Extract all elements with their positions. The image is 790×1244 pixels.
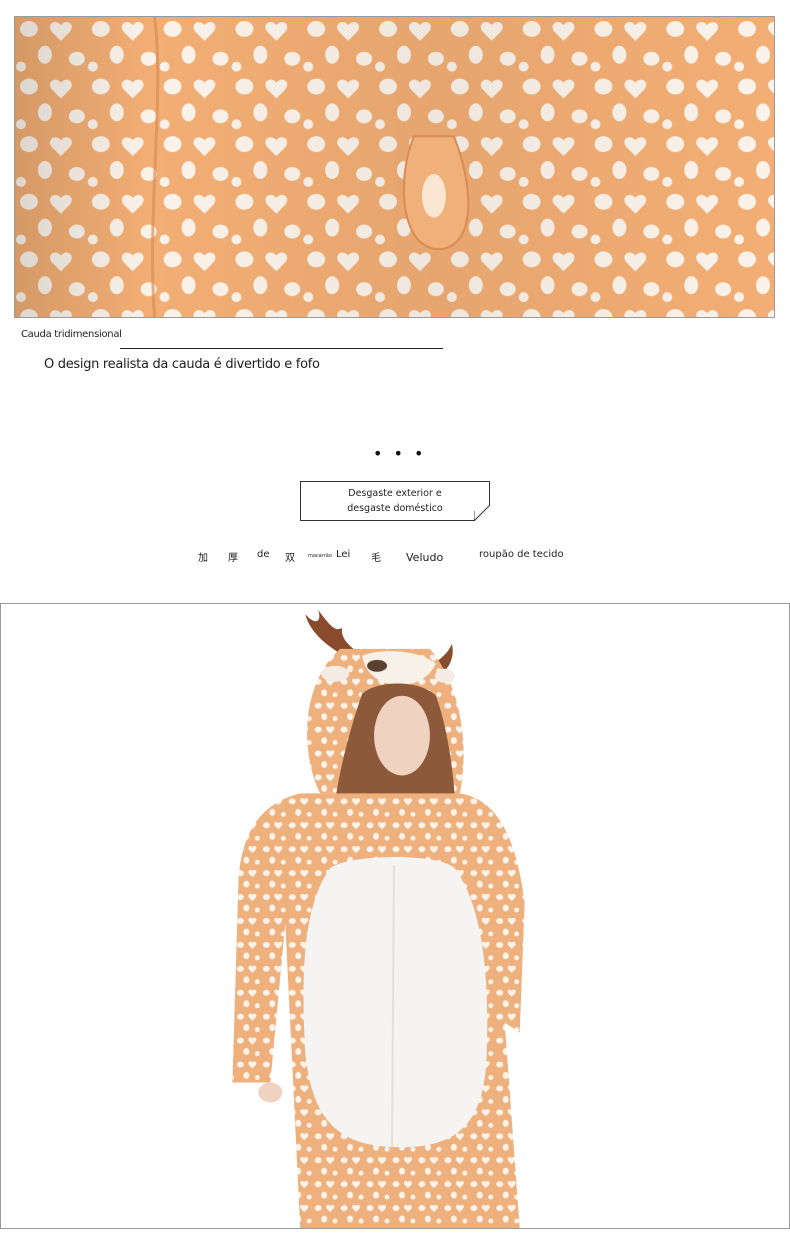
feature-keyword: 毛 [371,553,381,564]
feature-keyword: de [257,549,270,560]
feature-keyword: Veludo [406,551,444,564]
folded-corner-icon [474,505,490,521]
feature-keyword: macarrão [308,553,332,559]
feature-keyword: 厚 [228,553,238,564]
usage-tag-label: Desgaste exterior e desgaste doméstico [347,488,443,514]
fabric-closeup-photo [14,16,775,318]
caption-title: Cauda tridimensional [21,329,122,340]
feature-keywords: 加 厚 de 双 macarrão Lei 毛 Veludo roupão de… [0,545,790,567]
feature-keyword: 加 [198,553,208,564]
feature-keyword: 双 [285,553,295,564]
model-onesie-photo [0,603,790,1229]
feature-keyword: roupão de tecido [479,549,564,560]
caption-text: O design realista da cauda é divertido e… [44,357,320,372]
deer-onesie-image [1,604,789,1228]
caption-divider [120,348,443,349]
divider-dots: • • • [373,444,427,463]
usage-tag: Desgaste exterior e desgaste doméstico [300,481,490,521]
feature-keyword: Lei [336,549,351,560]
fabric-pattern-image [15,17,774,317]
